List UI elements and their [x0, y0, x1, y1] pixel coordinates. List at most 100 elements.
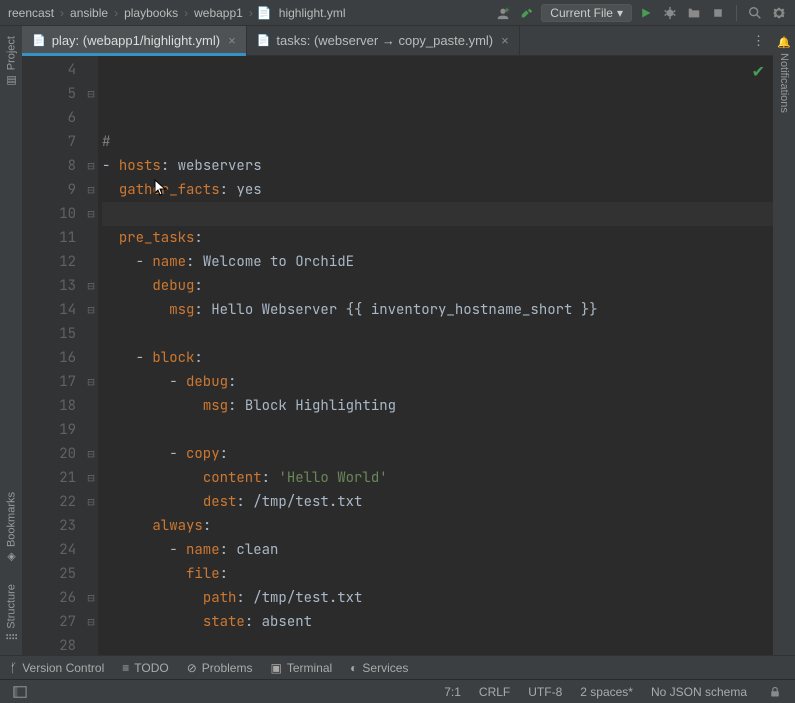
line-number[interactable]: 12	[26, 250, 76, 274]
code-line[interactable]: gather_facts: yes	[102, 178, 773, 202]
editor-tabs-menu-icon[interactable]: ⋮	[744, 26, 773, 55]
line-number[interactable]: 16	[26, 346, 76, 370]
line-number[interactable]: 9	[26, 178, 76, 202]
code-line[interactable]: - copy:	[102, 442, 773, 466]
line-number[interactable]: 24	[26, 538, 76, 562]
code-line[interactable]: dest: /tmp/test.txt	[102, 490, 773, 514]
code-line[interactable]: #	[102, 130, 773, 154]
run-configuration-select[interactable]: Current File ▾	[541, 4, 632, 22]
breadcrumb-item[interactable]: reencast	[6, 6, 56, 20]
line-number[interactable]: 10	[26, 202, 76, 226]
code-line[interactable]	[102, 202, 773, 226]
gear-icon[interactable]	[769, 3, 789, 23]
status-indent[interactable]: 2 spaces*	[580, 685, 633, 699]
tool-windows-toggle-icon[interactable]	[10, 682, 30, 702]
code-line[interactable]: debug:	[102, 274, 773, 298]
build-hammer-icon[interactable]	[517, 3, 537, 23]
line-number[interactable]: 20	[26, 442, 76, 466]
line-number[interactable]: 14	[26, 298, 76, 322]
add-configuration-icon[interactable]	[493, 3, 513, 23]
tool-window-terminal[interactable]: ▣ Terminal	[270, 661, 332, 675]
code-line[interactable]	[102, 322, 773, 346]
tool-window-bookmarks[interactable]: ◈ Bookmarks	[5, 488, 18, 568]
run-button-icon[interactable]	[636, 3, 656, 23]
breadcrumb-file[interactable]: highlight.yml	[277, 6, 348, 20]
fold-marker[interactable]: ⊟	[84, 610, 98, 634]
code-line[interactable]	[102, 418, 773, 442]
code-line[interactable]: path: /tmp/test.txt	[102, 586, 773, 610]
code-line[interactable]	[102, 634, 773, 655]
line-number[interactable]: 13	[26, 274, 76, 298]
status-schema[interactable]: No JSON schema	[651, 685, 747, 699]
fold-marker[interactable]: ⊟	[84, 442, 98, 466]
tool-window-todo[interactable]: ≡ TODO	[122, 661, 168, 675]
fold-marker[interactable]: ⊟	[84, 154, 98, 178]
line-number[interactable]: 28	[26, 634, 76, 655]
line-number[interactable]: 27	[26, 610, 76, 634]
status-caret-pos[interactable]: 7:1	[444, 685, 461, 699]
code-line[interactable]: - debug:	[102, 370, 773, 394]
tool-window-notifications[interactable]: 🔔 Notifications	[778, 32, 791, 117]
line-number[interactable]: 26	[26, 586, 76, 610]
fold-gutter[interactable]: ⊟ ⊟⊟⊟ ⊟⊟ ⊟ ⊟⊟⊟ ⊟⊟	[84, 56, 98, 655]
tool-window-structure[interactable]: ⣿ Structure	[5, 580, 18, 645]
code-content[interactable]: #- hosts: webservers gather_facts: yes p…	[98, 56, 773, 655]
code-line[interactable]: - name: clean	[102, 538, 773, 562]
fold-marker[interactable]: ⊟	[84, 370, 98, 394]
breadcrumb-item[interactable]: playbooks	[122, 6, 180, 20]
line-number[interactable]: 4	[26, 58, 76, 82]
tool-window-problems[interactable]: ⊘ Problems	[187, 661, 253, 675]
line-number[interactable]: 11	[26, 226, 76, 250]
code-line[interactable]: - name: Welcome to OrchidE	[102, 250, 773, 274]
status-line-separator[interactable]: CRLF	[479, 685, 510, 699]
line-number[interactable]: 18	[26, 394, 76, 418]
fold-marker	[84, 58, 98, 82]
fold-marker[interactable]: ⊟	[84, 466, 98, 490]
fold-marker[interactable]: ⊟	[84, 274, 98, 298]
code-line[interactable]: msg: Hello Webserver {{ inventory_hostna…	[102, 298, 773, 322]
fold-marker[interactable]: ⊟	[84, 178, 98, 202]
line-number[interactable]: 17	[26, 370, 76, 394]
line-number[interactable]: 21	[26, 466, 76, 490]
status-encoding[interactable]: UTF-8	[528, 685, 562, 699]
fold-marker[interactable]: ⊟	[84, 82, 98, 106]
stop-icon[interactable]	[708, 3, 728, 23]
close-icon[interactable]: ×	[501, 33, 509, 48]
line-number-gutter[interactable]: 4567891011121314151617181920212223242526…	[22, 56, 84, 655]
fold-marker[interactable]: ⊟	[84, 586, 98, 610]
code-line[interactable]: file:	[102, 562, 773, 586]
fold-marker[interactable]: ⊟	[84, 202, 98, 226]
line-number[interactable]: 19	[26, 418, 76, 442]
tool-window-services[interactable]: ◐ Services	[350, 661, 408, 675]
line-number[interactable]: 6	[26, 106, 76, 130]
breadcrumb-item[interactable]: webapp1	[192, 6, 245, 20]
debug-icon[interactable]	[660, 3, 680, 23]
code-line[interactable]: - block:	[102, 346, 773, 370]
code-line[interactable]: msg: Block Highlighting	[102, 394, 773, 418]
fold-marker[interactable]: ⊟	[84, 298, 98, 322]
code-line[interactable]: - hosts: webservers	[102, 154, 773, 178]
tool-window-version-control[interactable]: ᚶ Version Control	[10, 661, 104, 675]
line-number[interactable]: 25	[26, 562, 76, 586]
search-icon[interactable]	[745, 3, 765, 23]
editor-tab[interactable]: 📄 tasks: (webserver → copy_paste.yml) ×	[247, 26, 520, 55]
fold-marker	[84, 346, 98, 370]
more-actions-icon[interactable]	[684, 3, 704, 23]
code-line[interactable]: always:	[102, 514, 773, 538]
lock-icon[interactable]	[765, 682, 785, 702]
line-number[interactable]: 5	[26, 82, 76, 106]
editor-tab-active[interactable]: 📄 play: (webapp1/highlight.yml) ×	[22, 26, 247, 55]
line-number[interactable]: 7	[26, 130, 76, 154]
code-editor[interactable]: ✔ 45678910111213141516171819202122232425…	[22, 56, 773, 655]
code-line[interactable]: content: 'Hello World'	[102, 466, 773, 490]
code-line[interactable]: pre_tasks:	[102, 226, 773, 250]
line-number[interactable]: 8	[26, 154, 76, 178]
fold-marker[interactable]: ⊟	[84, 490, 98, 514]
line-number[interactable]: 22	[26, 490, 76, 514]
line-number[interactable]: 23	[26, 514, 76, 538]
tool-window-project[interactable]: ▤ Project	[5, 32, 18, 91]
close-icon[interactable]: ×	[228, 33, 236, 48]
line-number[interactable]: 15	[26, 322, 76, 346]
code-line[interactable]: state: absent	[102, 610, 773, 634]
breadcrumb-item[interactable]: ansible	[68, 6, 110, 20]
